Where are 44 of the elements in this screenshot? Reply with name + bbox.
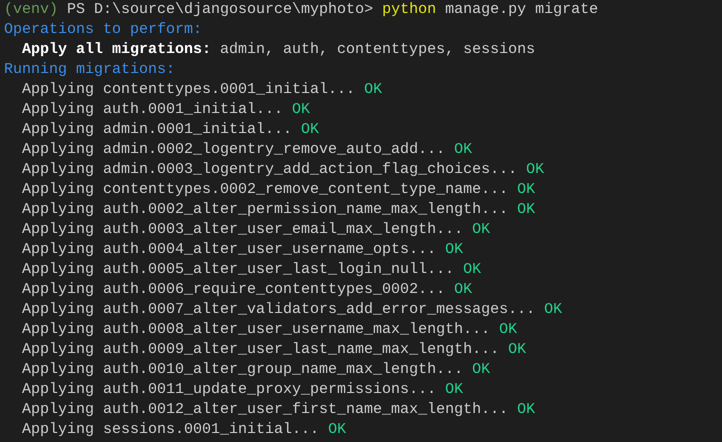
- status-text: OK: [364, 80, 382, 100]
- status-text: OK: [454, 280, 472, 300]
- section-heading: Running migrations:: [4, 60, 176, 80]
- migration-text: Applying auth.0001_initial...: [22, 100, 284, 120]
- migration-text: Applying auth.0004_alter_user_username_opts...: [22, 240, 436, 260]
- migration-text: Applying admin.0001_initial...: [22, 120, 292, 140]
- migration-text: Applying admin.0002_logentry_remove_auto_add...: [22, 140, 446, 160]
- venv-label: (venv): [4, 0, 58, 20]
- status-text: OK: [499, 320, 518, 340]
- status-text: OK: [472, 360, 490, 380]
- status-text: OK: [544, 300, 562, 320]
- migration-text: Applying admin.0003_logentry_add_action_flag_choices...: [22, 160, 518, 180]
- migration-text: Applying auth.0008_alter_user_username_max_length...: [22, 320, 490, 340]
- migration-text: Applying auth.0009_alter_user_last_name_max_length...: [22, 340, 500, 360]
- status-text: OK: [445, 380, 464, 400]
- status-text: OK: [517, 200, 536, 220]
- status-text: OK: [472, 220, 490, 240]
- summary-label: Apply all migrations:: [22, 40, 212, 60]
- status-text: OK: [463, 260, 482, 280]
- status-text: OK: [508, 340, 526, 360]
- migration-text: Applying auth.0010_alter_group_name_max_length...: [22, 360, 464, 380]
- command-args: manage.py migrate: [445, 0, 598, 20]
- section-heading: Operations to perform:: [4, 20, 202, 40]
- command-name: python: [382, 0, 436, 20]
- status-text: OK: [328, 420, 346, 440]
- migration-text: Applying auth.0003_alter_user_email_max_length...: [22, 220, 464, 240]
- prompt-path: PS D:\source\djangosource\myphoto>: [67, 0, 374, 20]
- status-text: OK: [292, 100, 310, 120]
- migration-text: Applying sessions.0001_initial...: [22, 420, 320, 440]
- migration-text: Applying auth.0011_update_proxy_permissions...: [22, 380, 436, 400]
- status-text: OK: [301, 120, 320, 140]
- migration-text: Applying contenttypes.0002_remove_content_type_name...: [22, 180, 508, 200]
- status-text: OK: [445, 240, 464, 260]
- status-text: OK: [517, 180, 536, 200]
- status-text: OK: [526, 160, 544, 180]
- migration-text: Applying auth.0002_alter_permission_name_max_length...: [22, 200, 508, 220]
- migration-text: Applying auth.0005_alter_user_last_login_null...: [22, 260, 454, 280]
- migration-text: Applying contenttypes.0001_initial...: [22, 80, 356, 100]
- migration-text: Applying auth.0006_require_contenttypes_0002...: [22, 280, 446, 300]
- migration-text: Applying auth.0012_alter_user_first_name_max_length...: [22, 400, 508, 420]
- migration-text: Applying auth.0007_alter_validators_add_error_messages...: [22, 300, 536, 320]
- status-text: OK: [517, 400, 536, 420]
- summary-text: admin, auth, contenttypes, sessions: [220, 40, 536, 60]
- status-text: OK: [454, 140, 472, 160]
